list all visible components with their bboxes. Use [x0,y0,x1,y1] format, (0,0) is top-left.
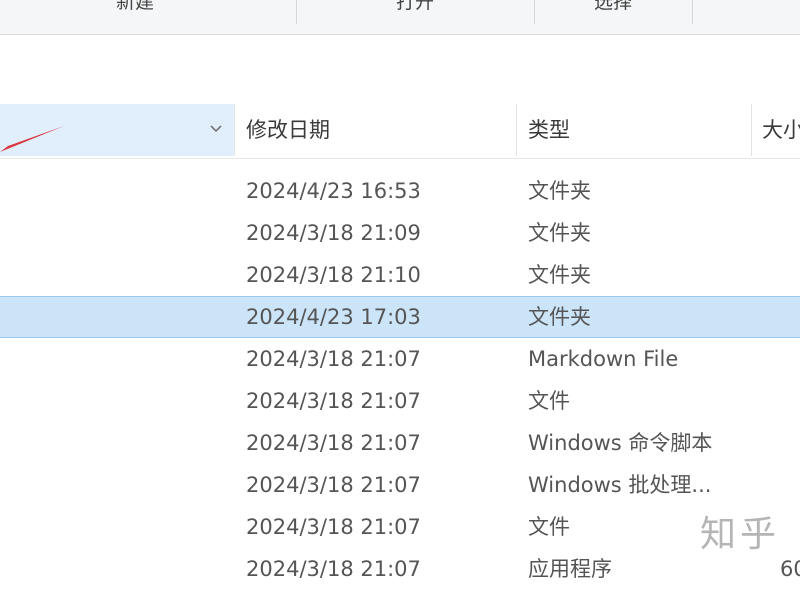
file-row[interactable]: 2024/3/18 21:07 文件 [0,380,800,422]
column-divider[interactable] [516,104,517,156]
row-type: Windows 批处理... [528,473,712,497]
row-type: 文件夹 [528,305,591,329]
column-header-size[interactable]: 大小 [762,104,800,156]
column-divider[interactable] [751,104,752,156]
row-date: 2024/4/23 17:03 [246,305,421,329]
file-row[interactable]: 2024/4/23 16:53 文件夹 [0,170,800,212]
row-date: 2024/3/18 21:07 [246,347,421,371]
row-type: 文件 [528,389,570,413]
row-size [780,338,800,380]
file-row[interactable]: 2024/3/18 21:07 文件 [0,506,800,548]
row-date: 2024/3/18 21:07 [246,515,421,539]
file-list: 2024/4/23 16:53 文件夹 2024/3/18 21:09 文件夹 … [0,170,800,590]
ribbon-group-select-label: 选择 [593,0,632,13]
ribbon-group-new-label: 新建 [115,0,154,13]
column-header-type[interactable]: 类型 [528,104,750,156]
file-row[interactable]: 2024/3/18 21:07 Markdown File [0,338,800,380]
row-size [780,170,800,212]
row-type: Windows 命令脚本 [528,431,713,455]
row-size [780,422,800,464]
row-type: 文件夹 [528,221,591,245]
file-row[interactable]: 2024/3/18 21:07 应用程序 60 [0,548,800,590]
file-row[interactable]: 2024/3/18 21:07 Windows 批处理... [0,464,800,506]
row-size [780,212,800,254]
column-header-date[interactable]: 修改日期 [246,104,514,156]
column-divider[interactable] [234,104,235,156]
file-row[interactable]: 2024/3/18 21:09 文件夹 [0,212,800,254]
ribbon-group-new[interactable]: 新建 [40,0,297,24]
file-row[interactable]: 2024/3/18 21:10 文件夹 [0,254,800,296]
row-size [780,297,800,337]
row-date: 2024/3/18 21:10 [246,263,421,287]
row-date: 2024/3/18 21:07 [246,389,421,413]
row-size [780,464,800,506]
row-type: 文件夹 [528,179,591,203]
row-size [780,254,800,296]
ribbon-group-open[interactable]: 打开 [296,0,535,24]
row-date: 2024/3/18 21:09 [246,221,421,245]
row-date: 2024/3/18 21:07 [246,557,421,581]
file-row-selected[interactable]: 2024/4/23 17:03 文件夹 [0,296,800,338]
ribbon-group-more[interactable] [692,0,800,24]
row-date: 2024/3/18 21:07 [246,431,421,455]
ribbon: 新建 打开 选择 [0,0,800,35]
ribbon-group-open-label: 打开 [395,0,434,13]
row-size [780,506,800,548]
chevron-down-icon[interactable] [206,118,226,138]
row-type: 文件夹 [528,263,591,287]
row-date: 2024/4/23 16:53 [246,179,421,203]
ribbon-group-select[interactable]: 选择 [534,0,693,24]
row-date: 2024/3/18 21:07 [246,473,421,497]
file-row[interactable]: 2024/3/18 21:07 Windows 命令脚本 [0,422,800,464]
row-size [780,380,800,422]
annotation-arrow [0,126,64,152]
column-header-row: 修改日期 类型 大小 [0,100,800,159]
row-type: Markdown File [528,347,679,371]
watermark: 知乎 [700,514,781,555]
row-size: 60 [780,557,800,581]
